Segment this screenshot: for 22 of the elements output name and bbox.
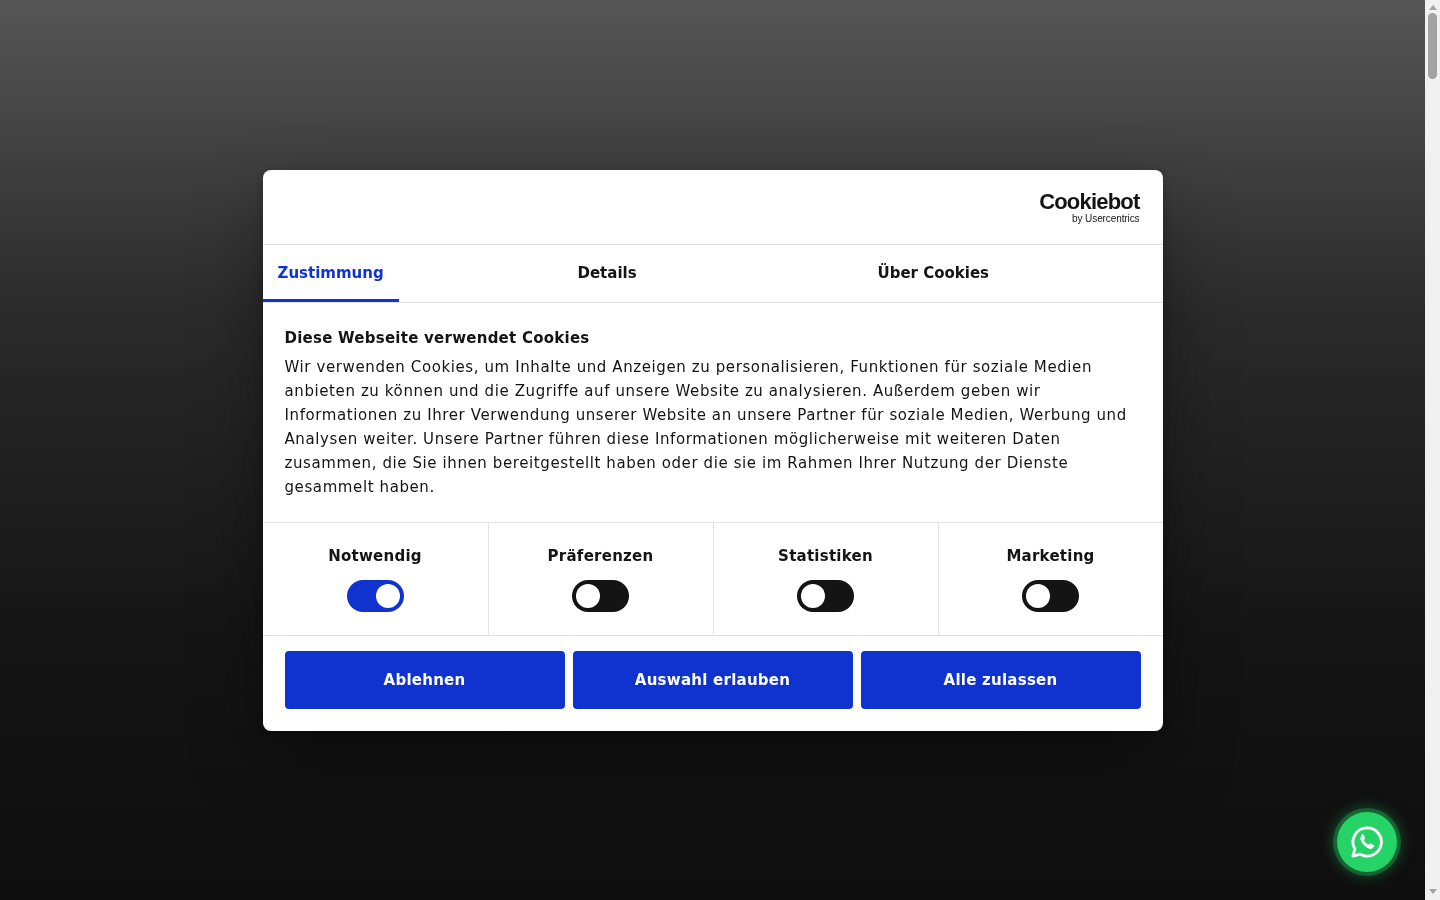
scrollbar[interactable] (1425, 0, 1440, 900)
tab[interactable]: Details (562, 244, 652, 302)
toggle-switch[interactable] (346, 579, 404, 612)
chat-button[interactable] (1337, 812, 1397, 872)
logo-wordmark: Cookiebot (1039, 191, 1140, 213)
category-label: Präferenzen (547, 546, 654, 565)
logo-tagline: by Usercentrics (1072, 214, 1140, 224)
category-label: Marketing (1006, 546, 1095, 565)
tab[interactable]: Zustimmung (262, 244, 399, 302)
consent-button[interactable]: Alle zulassen (860, 650, 1141, 709)
category-label: Notwendig (328, 546, 422, 565)
tab[interactable]: Über Cookies (862, 244, 1005, 302)
scrollbar-thumb[interactable] (1428, 13, 1437, 79)
toggle-switch[interactable] (797, 579, 854, 612)
consent-button[interactable]: Ablehnen (284, 650, 565, 709)
phone-bubble-icon (1351, 826, 1383, 858)
consent-title: Diese Webseite verwendet Cookies (284, 327, 591, 348)
consent-text: Wir verwenden Cookies, um Inhalte und Anzeigen zu personalisieren, Funktionen für soziale Medien anbieten zu können und die Zugriffe auf unsere Website zu analysieren. Außerdem geben wir Informationen zu Ihrer Verwendung unserer Website an unsere Partner für soziale Medien, Werbung und Analysen weiter. Unsere Partner führen diese Informationen möglicherweise mit weiteren Daten zusammen, die Sie ihnen bereitgestellt haben oder die sie im Rahmen Ihrer Nutzung der Dienste gesammelt haben. (284, 356, 1128, 498)
category-label: Statistiken (778, 546, 873, 565)
toggle-switch[interactable] (1022, 579, 1079, 612)
consent-button[interactable]: Auswahl erlauben (572, 650, 853, 709)
toggle-switch[interactable] (572, 579, 629, 612)
